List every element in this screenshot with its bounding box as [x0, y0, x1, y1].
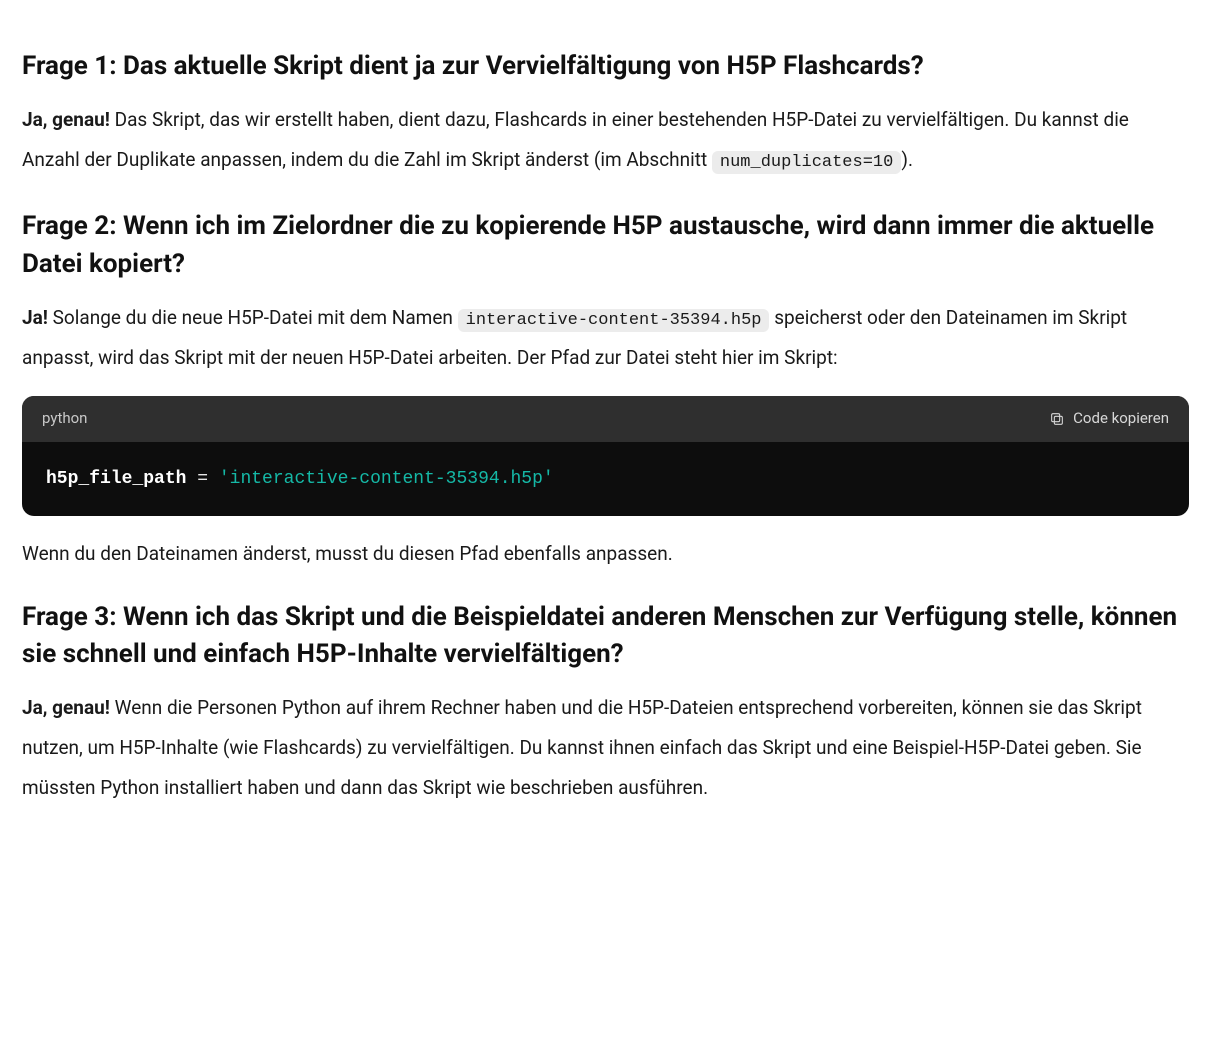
question-1-heading: Frage 1: Das aktuelle Skript dient ja zu… — [22, 48, 1189, 86]
inline-code-h5p-filename: interactive-content-35394.h5p — [458, 309, 770, 332]
question-3-heading: Frage 3: Wenn ich das Skript und die Bei… — [22, 599, 1189, 674]
question-1-answer: Ja, genau! Das Skript, das wir erstellt … — [22, 100, 1189, 181]
question-3-answer: Ja, genau! Wenn die Personen Python auf … — [22, 688, 1189, 808]
answer-2-bold: Ja! — [22, 306, 48, 329]
copy-code-label: Code kopieren — [1073, 406, 1169, 432]
code-token-op: = — [186, 469, 218, 489]
question-2-answer: Ja! Solange du die neue H5P-Datei mit de… — [22, 298, 1189, 379]
answer-3-bold: Ja, genau! — [22, 696, 110, 719]
code-token-var: h5p_file_path — [46, 469, 186, 489]
answer-1-text-after: ). — [901, 148, 913, 171]
code-block-body: h5p_file_path = 'interactive-content-353… — [22, 442, 1189, 517]
question-2-heading: Frage 2: Wenn ich im Zielordner die zu k… — [22, 208, 1189, 283]
copy-code-button[interactable]: Code kopieren — [1049, 406, 1169, 432]
code-block: python Code kopieren h5p_file_path = 'in… — [22, 396, 1189, 516]
answer-3-text: Wenn die Personen Python auf ihrem Rechn… — [22, 696, 1142, 799]
answer-1-text-before: Das Skript, das wir erstellt haben, dien… — [22, 108, 1129, 171]
answer-2-text-before: Solange du die neue H5P-Datei mit dem Na… — [48, 306, 458, 329]
question-2-note: Wenn du den Dateinamen änderst, musst du… — [22, 538, 1189, 570]
code-token-string: 'interactive-content-35394.h5p' — [219, 469, 554, 489]
code-block-header: python Code kopieren — [22, 396, 1189, 442]
copy-icon — [1049, 411, 1065, 427]
answer-1-bold: Ja, genau! — [22, 108, 110, 131]
inline-code-num-duplicates: num_duplicates=10 — [712, 151, 901, 174]
code-language-label: python — [42, 406, 87, 432]
